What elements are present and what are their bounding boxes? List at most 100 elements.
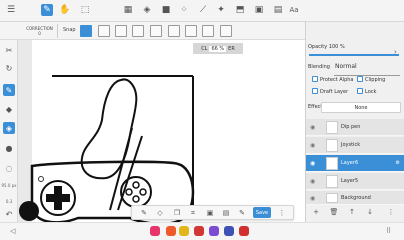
snap-parallel-icon[interactable] — [98, 25, 110, 37]
layer-name: Layer6 — [341, 160, 359, 166]
layer-name: Layer5 — [341, 178, 359, 184]
top-toolbar: ☰ ✎ ✋ ⬚ ▦ ◈ ■ ⁘ ⟋ ✦ ⬒ ▣ ▤ Aa — [0, 0, 404, 22]
menu-icon[interactable]: ☰ — [5, 4, 17, 16]
zoom-left-label: CL — [201, 45, 208, 52]
lasso-icon[interactable]: ⬚ — [79, 4, 91, 16]
layer-thumbnail — [326, 157, 338, 170]
transform-icon[interactable]: ▣ — [205, 208, 215, 218]
rotate-icon[interactable]: ↻ — [3, 62, 15, 74]
layer-thumbnail — [326, 139, 338, 152]
drawing-canvas[interactable] — [18, 40, 305, 222]
crop-icon[interactable]: ⌗ — [188, 208, 198, 218]
snap-label: Snap — [63, 27, 76, 33]
edit-icon[interactable]: ✎ — [237, 208, 247, 218]
app-window: ☰ ✎ ✋ ⬚ ▦ ◈ ■ ⁘ ⟋ ✦ ⬒ ▣ ▤ Aa ✎ ✂ ↻ ✎ ◆ ◈… — [0, 0, 404, 240]
eye-icon[interactable]: ◉ — [310, 178, 315, 185]
eye-icon[interactable]: ◉ — [310, 142, 315, 149]
pen-icon[interactable]: ✎ — [41, 4, 53, 16]
app-icon-1[interactable] — [150, 226, 160, 236]
snap-radial-icon[interactable] — [150, 25, 162, 37]
layer-row-selected[interactable]: ◉ Layer6 ⚙ — [306, 155, 404, 172]
snap-perspective-icon[interactable] — [185, 25, 197, 37]
bucket-icon[interactable]: ◈ — [141, 4, 153, 16]
blur-icon[interactable]: ◌ — [3, 162, 15, 174]
dots-icon[interactable]: ⁘ — [178, 4, 190, 16]
app-icon-3[interactable] — [179, 226, 189, 236]
clipping-checkbox[interactable] — [357, 76, 363, 82]
select-icon[interactable]: ⬒ — [234, 4, 246, 16]
eraser-icon[interactable]: ◇ — [155, 208, 165, 218]
snap-curve-icon[interactable] — [168, 25, 180, 37]
zoom-right-label: ER — [228, 45, 235, 52]
paste-icon[interactable]: ▤ — [221, 208, 231, 218]
pen-icon[interactable]: ✎ — [139, 208, 149, 218]
copy-icon[interactable]: ❐ — [172, 208, 182, 218]
lock-checkbox[interactable] — [357, 88, 363, 94]
blending-underline — [334, 75, 400, 76]
opacity-more-icon[interactable]: › — [394, 48, 397, 56]
blending-select[interactable]: Normal — [335, 63, 357, 70]
back-icon[interactable]: ◁ — [10, 227, 15, 235]
lock-label: Lock — [365, 89, 377, 95]
layer-name: Background — [341, 195, 371, 201]
layer-row[interactable]: ◉ Layer5 — [306, 173, 404, 190]
transform-icon[interactable]: ▣ — [253, 4, 265, 16]
snap-settings-icon[interactable] — [220, 25, 232, 37]
brush-opacity-value: 0.3 — [5, 199, 13, 204]
save-button[interactable]: Save — [253, 207, 271, 218]
eye-icon[interactable]: ◉ — [310, 195, 315, 202]
app-icon-4[interactable] — [194, 226, 204, 236]
layer-tool-icon[interactable]: ◈ — [3, 122, 15, 134]
app-icon-7[interactable] — [239, 226, 249, 236]
layer-row[interactable]: ◉ Joystick — [306, 137, 404, 154]
app-icon-2[interactable] — [166, 226, 176, 236]
cut-icon[interactable]: ✂ — [3, 44, 15, 56]
ruler-icon[interactable]: ▤ — [272, 4, 284, 16]
eraser-icon[interactable]: ◆ — [3, 103, 15, 115]
layer-thumbnail — [326, 193, 338, 203]
layer-menu-icon[interactable]: ⋮ — [386, 207, 396, 217]
add-layer-icon[interactable]: + — [311, 207, 321, 217]
brush-size-value: 95.0 px — [1, 183, 17, 188]
draft-layer-label: Draft Layer — [320, 89, 349, 95]
delete-layer-icon[interactable]: 🗑 — [329, 207, 339, 217]
undo-icon[interactable]: ↶ — [3, 208, 15, 220]
magic-wand-icon[interactable]: ✦ — [215, 4, 227, 16]
snap-ellipse-icon[interactable] — [132, 25, 144, 37]
draft-layer-checkbox[interactable] — [312, 88, 318, 94]
correction-value: 0 — [38, 31, 41, 36]
eyedropper-icon[interactable]: ⟋ — [197, 4, 209, 16]
layer-name: Dip pen — [341, 124, 361, 130]
app-icon-6[interactable] — [224, 226, 234, 236]
apps-grid-icon[interactable]: ⠿ — [386, 227, 391, 235]
effect-select[interactable]: None — [321, 102, 401, 113]
gear-icon[interactable]: ⚙ — [396, 160, 400, 166]
layer-row[interactable]: ◉ Background — [306, 191, 404, 205]
app-icon-5[interactable] — [209, 226, 219, 236]
layer-thumbnail — [326, 175, 338, 188]
brush-size-handle[interactable] — [38, 176, 44, 182]
eye-icon[interactable]: ◉ — [310, 124, 315, 131]
protect-alpha-label: Protect Alpha — [320, 77, 354, 83]
move-up-icon[interactable]: ↑ — [347, 207, 357, 217]
more-icon[interactable]: ⋮ — [277, 208, 287, 218]
correction-control[interactable]: CORRECTION 0 — [22, 24, 58, 38]
fill-icon[interactable]: ■ — [160, 4, 172, 16]
zoom-indicator: CL 66 % ER — [193, 43, 243, 54]
text-tool-icon[interactable]: Aa — [288, 4, 300, 16]
opacity-slider-fill — [309, 54, 399, 56]
brush-tool-icon[interactable]: ✎ — [3, 84, 15, 96]
color-icon[interactable]: ● — [3, 142, 15, 154]
layers-grid-icon[interactable]: ▦ — [122, 4, 134, 16]
hand-icon[interactable]: ✋ — [59, 4, 71, 16]
snap-off-icon[interactable] — [80, 25, 92, 37]
sub-toolbar: CORRECTION 0 Snap — [0, 22, 305, 40]
zoom-percent: 66 % — [209, 45, 227, 52]
layer-name: Joystick — [341, 142, 361, 148]
move-down-icon[interactable]: ↓ — [365, 207, 375, 217]
layer-row[interactable]: ◉ Dip pen — [306, 119, 404, 136]
protect-alpha-checkbox[interactable] — [312, 76, 318, 82]
snap-perspective-3-icon[interactable] — [202, 25, 214, 37]
snap-cross-icon[interactable] — [115, 25, 127, 37]
eye-icon[interactable]: ◉ — [310, 160, 315, 167]
